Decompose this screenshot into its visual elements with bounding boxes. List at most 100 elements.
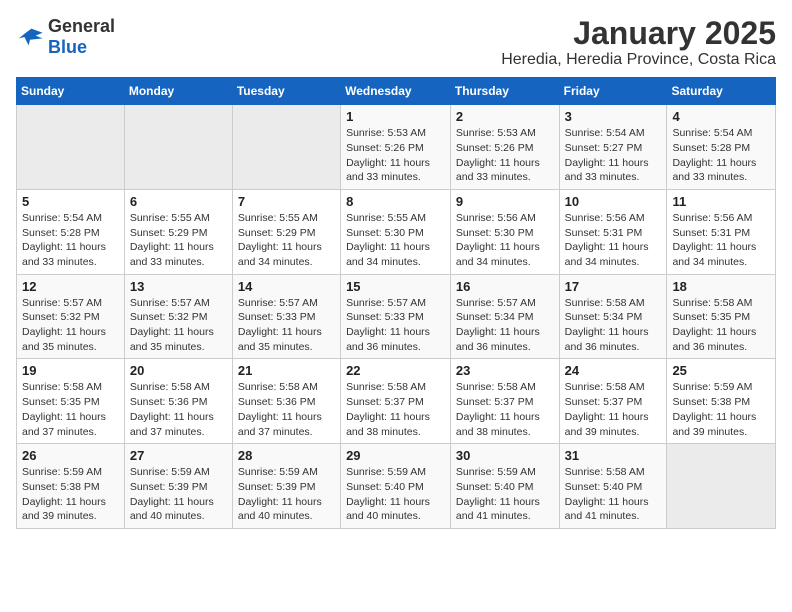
day-info: Sunrise: 5:55 AM Sunset: 5:29 PM Dayligh…: [130, 211, 227, 270]
calendar-cell: 3 Sunrise: 5:54 AM Sunset: 5:27 PM Daylig…: [559, 105, 667, 190]
day-number: 19: [22, 363, 119, 378]
weekday-sunday: Sunday: [17, 78, 125, 105]
day-number: 10: [565, 194, 662, 209]
day-info: Sunrise: 5:58 AM Sunset: 5:37 PM Dayligh…: [346, 380, 445, 439]
day-number: 5: [22, 194, 119, 209]
calendar-cell: 26Sunrise: 5:59 AM Sunset: 5:38 PM Dayli…: [17, 444, 125, 529]
day-info: Sunrise: 5:58 AM Sunset: 5:34 PM Dayligh…: [565, 296, 662, 355]
day-number: 29: [346, 448, 445, 463]
calendar-cell: 22 Sunrise: 5:58 AM Sunset: 5:37 PM Dayli…: [341, 359, 451, 444]
logo-icon: [16, 23, 44, 51]
calendar-cell: [17, 105, 125, 190]
calendar-cell: 31 Sunrise: 5:58 AM Sunset: 5:40 PM Dayli…: [559, 444, 667, 529]
calendar-cell: 29 Sunrise: 5:59 AM Sunset: 5:40 PM Dayli…: [341, 444, 451, 529]
day-info: Sunrise: 5:53 AM Sunset: 5:26 PM Dayligh…: [346, 126, 445, 185]
calendar-cell: 10 Sunrise: 5:56 AM Sunset: 5:31 PM Dayli…: [559, 189, 667, 274]
day-number: 18: [672, 279, 770, 294]
weekday-tuesday: Tuesday: [232, 78, 340, 105]
day-number: 7: [238, 194, 335, 209]
day-number: 31: [565, 448, 662, 463]
day-info: Sunrise: 5:55 AM Sunset: 5:30 PM Dayligh…: [346, 211, 445, 270]
week-row-1: 5 Sunrise: 5:54 AM Sunset: 5:28 PM Daylig…: [17, 189, 776, 274]
day-info: Sunrise: 5:53 AM Sunset: 5:26 PM Dayligh…: [456, 126, 554, 185]
day-number: 4: [672, 109, 770, 124]
day-number: 13: [130, 279, 227, 294]
logo-blue: Blue: [48, 37, 87, 57]
day-info: Sunrise: 5:59 AM Sunset: 5:39 PM Dayligh…: [130, 465, 227, 524]
day-number: 11: [672, 194, 770, 209]
day-info: Sunrise: 5:58 AM Sunset: 5:37 PM Dayligh…: [456, 380, 554, 439]
day-info: Sunrise: 5:56 AM Sunset: 5:31 PM Dayligh…: [565, 211, 662, 270]
calendar-cell: 8 Sunrise: 5:55 AM Sunset: 5:30 PM Daylig…: [341, 189, 451, 274]
day-info: Sunrise: 5:57 AM Sunset: 5:32 PM Dayligh…: [130, 296, 227, 355]
day-info: Sunrise: 5:58 AM Sunset: 5:35 PM Dayligh…: [22, 380, 119, 439]
day-info: Sunrise: 5:54 AM Sunset: 5:28 PM Dayligh…: [672, 126, 770, 185]
day-number: 2: [456, 109, 554, 124]
day-info: Sunrise: 5:59 AM Sunset: 5:40 PM Dayligh…: [346, 465, 445, 524]
week-row-3: 19 Sunrise: 5:58 AM Sunset: 5:35 PM Dayli…: [17, 359, 776, 444]
calendar-cell: 24Sunrise: 5:58 AM Sunset: 5:37 PM Dayli…: [559, 359, 667, 444]
weekday-wednesday: Wednesday: [341, 78, 451, 105]
day-number: 22: [346, 363, 445, 378]
day-info: Sunrise: 5:56 AM Sunset: 5:30 PM Dayligh…: [456, 211, 554, 270]
calendar-cell: 7 Sunrise: 5:55 AM Sunset: 5:29 PM Daylig…: [232, 189, 340, 274]
calendar-cell: 14Sunrise: 5:57 AM Sunset: 5:33 PM Dayli…: [232, 274, 340, 359]
calendar-cell: 2 Sunrise: 5:53 AM Sunset: 5:26 PM Daylig…: [450, 105, 559, 190]
calendar-header: SundayMondayTuesdayWednesdayThursdayFrid…: [17, 78, 776, 105]
title-block: January 2025 Heredia, Heredia Province, …: [501, 16, 776, 69]
day-number: 15: [346, 279, 445, 294]
day-number: 23: [456, 363, 554, 378]
day-info: Sunrise: 5:57 AM Sunset: 5:34 PM Dayligh…: [456, 296, 554, 355]
day-number: 28: [238, 448, 335, 463]
calendar-cell: 25Sunrise: 5:59 AM Sunset: 5:38 PM Dayli…: [667, 359, 776, 444]
day-info: Sunrise: 5:54 AM Sunset: 5:28 PM Dayligh…: [22, 211, 119, 270]
calendar-cell: 9 Sunrise: 5:56 AM Sunset: 5:30 PM Daylig…: [450, 189, 559, 274]
day-number: 26: [22, 448, 119, 463]
week-row-4: 26Sunrise: 5:59 AM Sunset: 5:38 PM Dayli…: [17, 444, 776, 529]
weekday-monday: Monday: [124, 78, 232, 105]
day-number: 8: [346, 194, 445, 209]
day-number: 3: [565, 109, 662, 124]
calendar-cell: 12 Sunrise: 5:57 AM Sunset: 5:32 PM Dayli…: [17, 274, 125, 359]
day-info: Sunrise: 5:58 AM Sunset: 5:35 PM Dayligh…: [672, 296, 770, 355]
calendar-cell: 19 Sunrise: 5:58 AM Sunset: 5:35 PM Dayli…: [17, 359, 125, 444]
calendar-cell: 1Sunrise: 5:53 AM Sunset: 5:26 PM Daylig…: [341, 105, 451, 190]
calendar-cell: 27 Sunrise: 5:59 AM Sunset: 5:39 PM Dayli…: [124, 444, 232, 529]
day-number: 30: [456, 448, 554, 463]
calendar-cell: 16Sunrise: 5:57 AM Sunset: 5:34 PM Dayli…: [450, 274, 559, 359]
week-row-0: 1Sunrise: 5:53 AM Sunset: 5:26 PM Daylig…: [17, 105, 776, 190]
day-number: 9: [456, 194, 554, 209]
calendar-table: SundayMondayTuesdayWednesdayThursdayFrid…: [16, 77, 776, 529]
day-info: Sunrise: 5:57 AM Sunset: 5:32 PM Dayligh…: [22, 296, 119, 355]
day-info: Sunrise: 5:59 AM Sunset: 5:39 PM Dayligh…: [238, 465, 335, 524]
calendar-cell: 18 Sunrise: 5:58 AM Sunset: 5:35 PM Dayli…: [667, 274, 776, 359]
day-number: 20: [130, 363, 227, 378]
calendar-cell: [232, 105, 340, 190]
week-row-2: 12 Sunrise: 5:57 AM Sunset: 5:32 PM Dayli…: [17, 274, 776, 359]
calendar-cell: 11 Sunrise: 5:56 AM Sunset: 5:31 PM Dayli…: [667, 189, 776, 274]
day-number: 27: [130, 448, 227, 463]
calendar-cell: 21Sunrise: 5:58 AM Sunset: 5:36 PM Dayli…: [232, 359, 340, 444]
day-number: 17: [565, 279, 662, 294]
calendar-cell: 5 Sunrise: 5:54 AM Sunset: 5:28 PM Daylig…: [17, 189, 125, 274]
calendar-cell: 28 Sunrise: 5:59 AM Sunset: 5:39 PM Dayli…: [232, 444, 340, 529]
calendar-cell: 17 Sunrise: 5:58 AM Sunset: 5:34 PM Dayli…: [559, 274, 667, 359]
calendar-cell: 15 Sunrise: 5:57 AM Sunset: 5:33 PM Dayli…: [341, 274, 451, 359]
day-number: 14: [238, 279, 335, 294]
day-info: Sunrise: 5:58 AM Sunset: 5:37 PM Dayligh…: [565, 380, 662, 439]
day-info: Sunrise: 5:58 AM Sunset: 5:36 PM Dayligh…: [130, 380, 227, 439]
day-info: Sunrise: 5:57 AM Sunset: 5:33 PM Dayligh…: [346, 296, 445, 355]
calendar-cell: 20 Sunrise: 5:58 AM Sunset: 5:36 PM Dayli…: [124, 359, 232, 444]
calendar-cell: 30 Sunrise: 5:59 AM Sunset: 5:40 PM Dayli…: [450, 444, 559, 529]
day-info: Sunrise: 5:58 AM Sunset: 5:36 PM Dayligh…: [238, 380, 335, 439]
logo: General Blue: [16, 16, 115, 58]
day-info: Sunrise: 5:56 AM Sunset: 5:31 PM Dayligh…: [672, 211, 770, 270]
day-info: Sunrise: 5:54 AM Sunset: 5:27 PM Dayligh…: [565, 126, 662, 185]
day-number: 12: [22, 279, 119, 294]
day-info: Sunrise: 5:55 AM Sunset: 5:29 PM Dayligh…: [238, 211, 335, 270]
day-info: Sunrise: 5:59 AM Sunset: 5:40 PM Dayligh…: [456, 465, 554, 524]
calendar-cell: [667, 444, 776, 529]
calendar-subtitle: Heredia, Heredia Province, Costa Rica: [501, 51, 776, 69]
calendar-cell: 6Sunrise: 5:55 AM Sunset: 5:29 PM Daylig…: [124, 189, 232, 274]
day-info: Sunrise: 5:58 AM Sunset: 5:40 PM Dayligh…: [565, 465, 662, 524]
